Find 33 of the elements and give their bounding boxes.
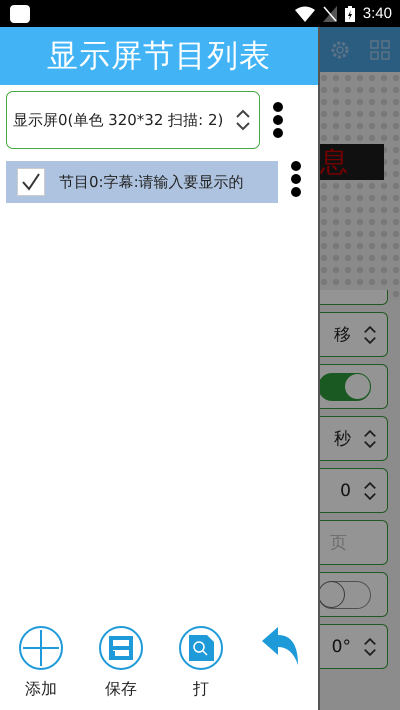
more-icon[interactable]: [272, 102, 284, 138]
button-label[interactable]: 保存: [105, 679, 137, 700]
no-sim-icon: [322, 6, 337, 22]
toggle-switch[interactable]: [318, 372, 371, 400]
display-text: 息: [320, 144, 348, 180]
toggle-switch[interactable]: [318, 580, 371, 608]
setting-row[interactable]: 秒: [318, 416, 388, 461]
notification-icon: [10, 4, 30, 22]
setting-row[interactable]: [318, 290, 388, 305]
button-label[interactable]: 打: [193, 679, 209, 700]
setting-row[interactable]: 0: [318, 468, 388, 513]
clock-time: 3:40: [362, 5, 392, 22]
setting-row[interactable]: [318, 572, 388, 617]
button-label[interactable]: 添加: [25, 679, 57, 700]
chevrons-icon: [363, 636, 377, 658]
more-icon[interactable]: [290, 161, 302, 197]
setting-row[interactable]: 0°: [318, 624, 388, 669]
chevrons-icon: [363, 480, 377, 502]
program-item[interactable]: 节目0:字幕:请输入要显示的: [6, 161, 278, 203]
file-search-icon[interactable]: [178, 625, 224, 671]
display-select[interactable]: 显示屏0(单色 320*32 扫描: 2): [6, 91, 260, 149]
chevrons-icon: [363, 428, 377, 450]
setting-row[interactable]: 移: [318, 312, 388, 357]
setting-row[interactable]: [318, 364, 388, 409]
chevrons-icon: [363, 324, 377, 346]
add-icon[interactable]: [18, 625, 64, 671]
program-label: 节目0:字幕:请输入要显示的: [59, 172, 244, 192]
wifi-icon: [294, 6, 315, 22]
drawer-title: 显示屏节目列表: [47, 37, 271, 76]
chevrons-icon: [235, 108, 251, 132]
battery-icon: [344, 6, 355, 22]
checkbox[interactable]: [17, 168, 45, 196]
save-icon[interactable]: [98, 625, 144, 671]
